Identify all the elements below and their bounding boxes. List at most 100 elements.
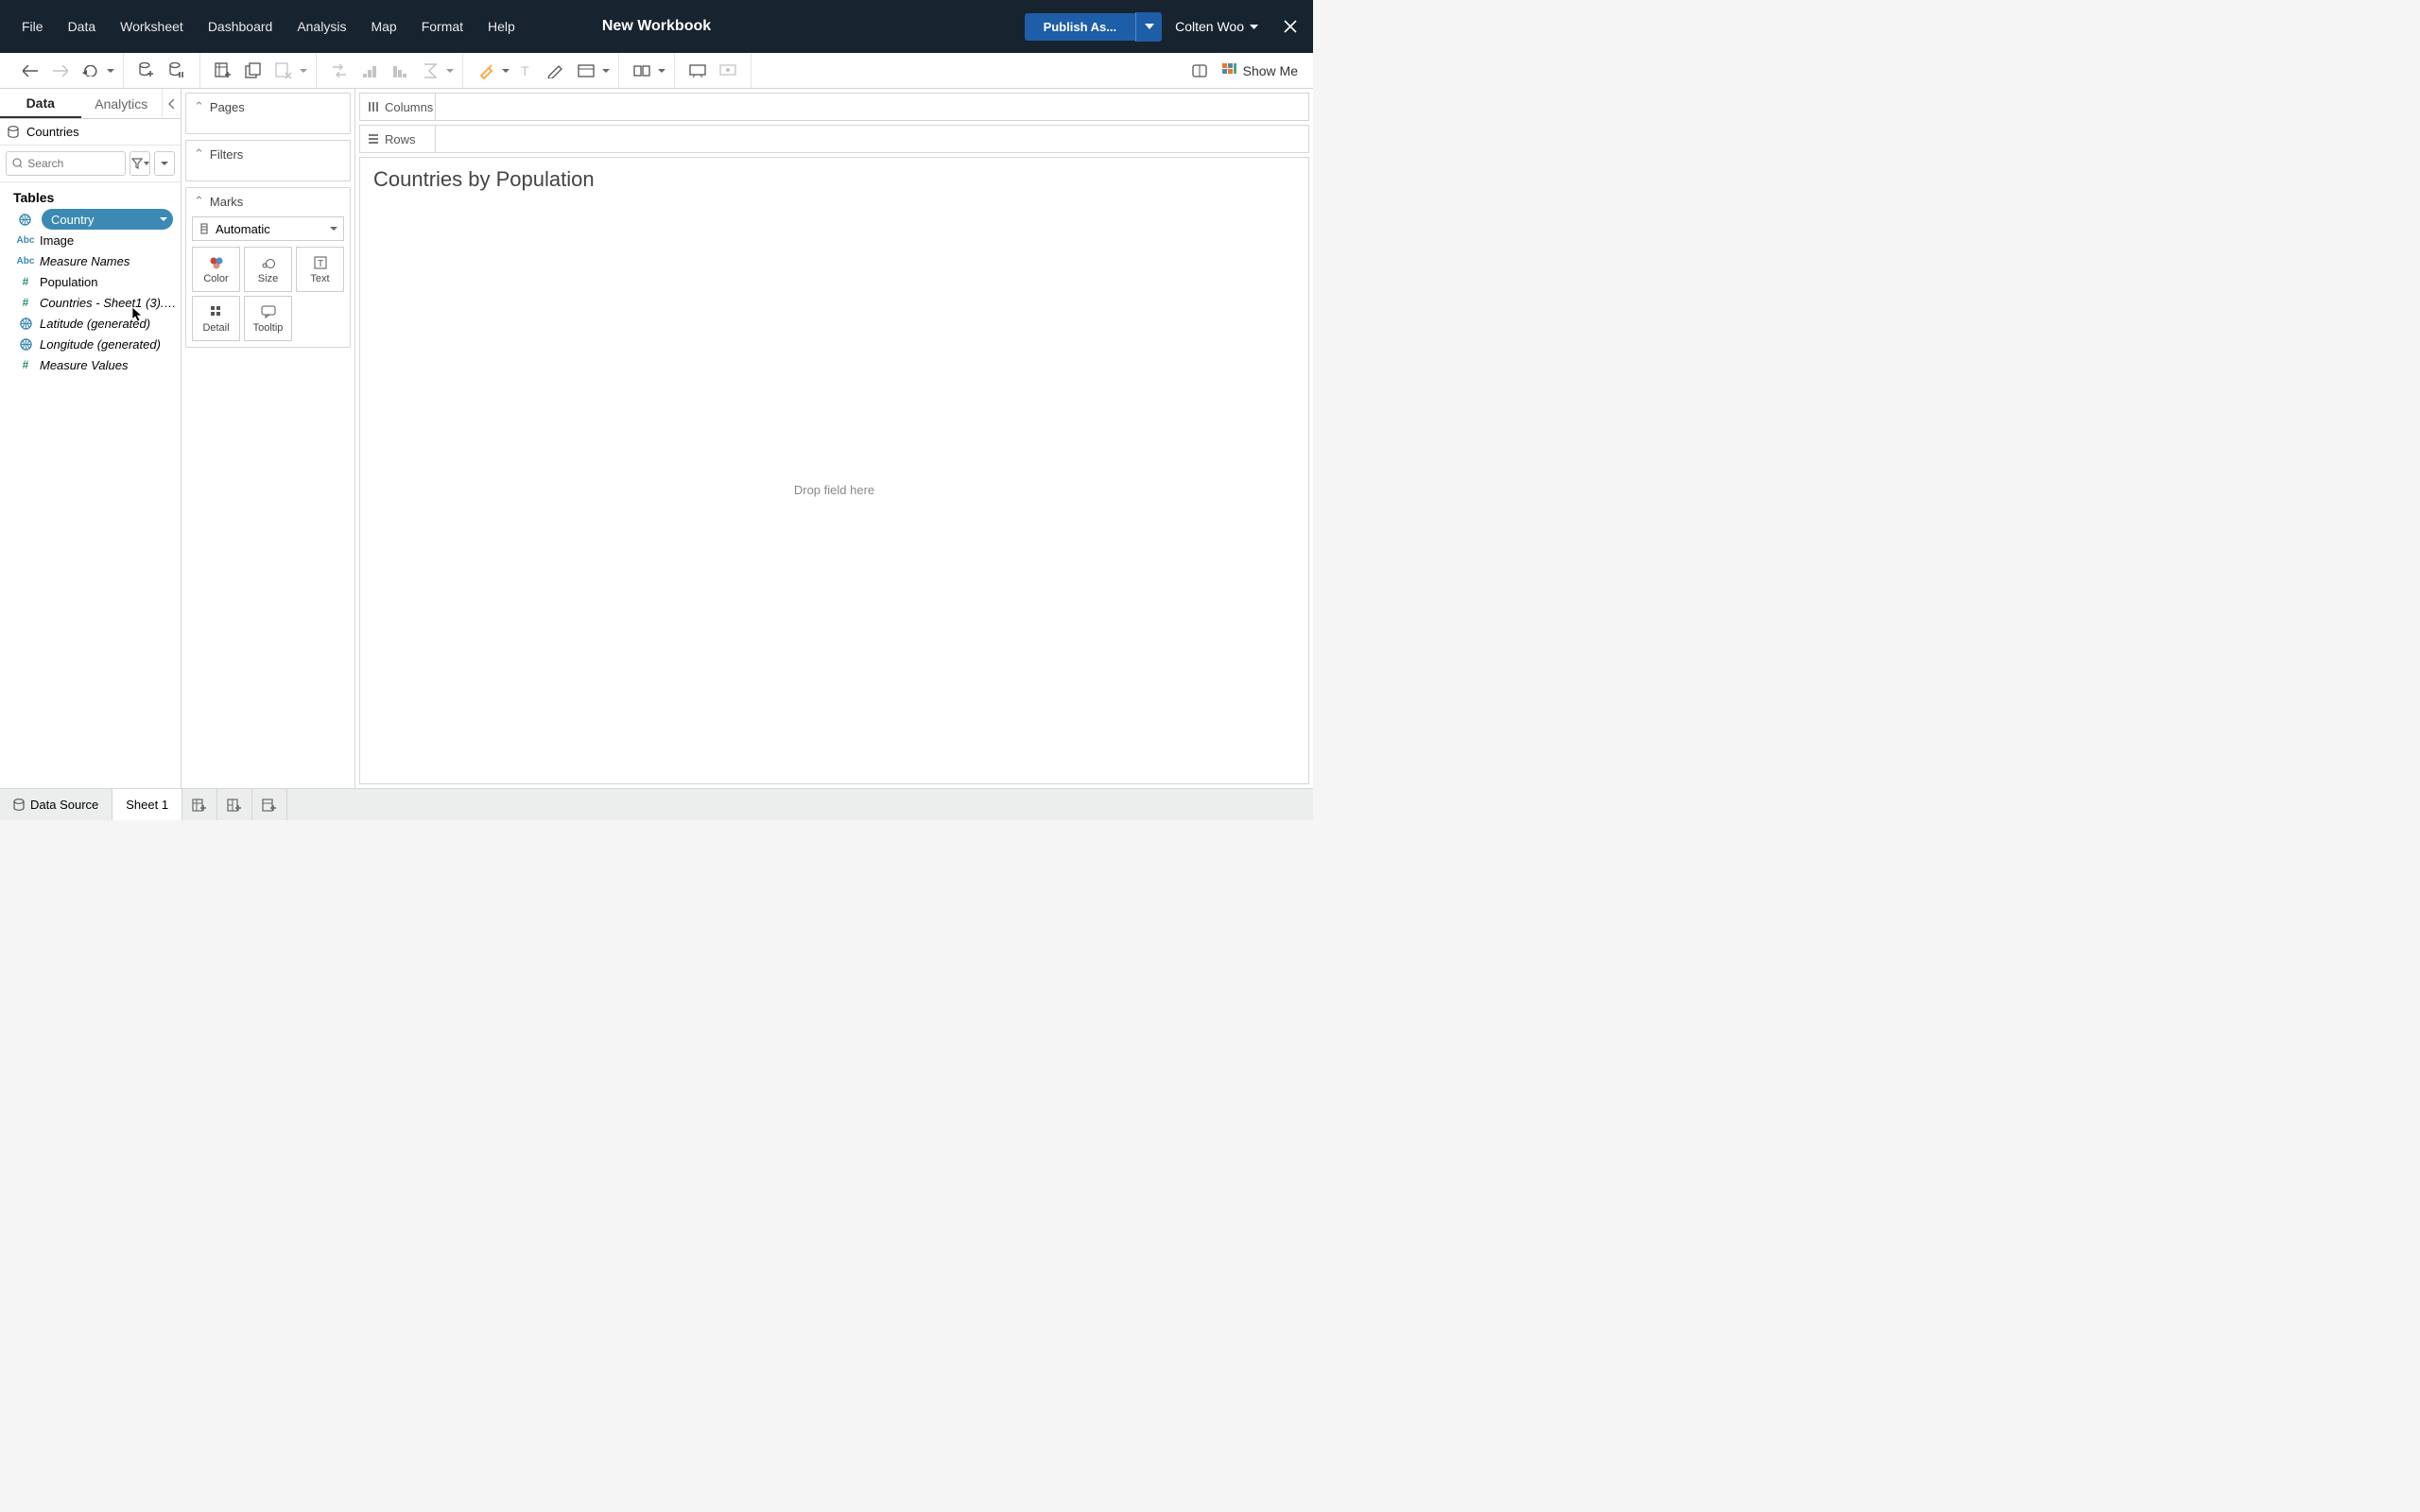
- menu-worksheet[interactable]: Worksheet: [108, 11, 196, 42]
- tooltip-shelf[interactable]: Tooltip: [244, 296, 292, 341]
- caret-down-icon: [658, 69, 666, 73]
- publish-dropdown[interactable]: [1135, 12, 1162, 42]
- presentation-mode-button[interactable]: [684, 58, 711, 84]
- filters-card[interactable]: ⌃Filters: [185, 140, 351, 181]
- back-button[interactable]: [17, 58, 43, 84]
- highlight-button[interactable]: [473, 58, 499, 84]
- field-latitude-generated[interactable]: Latitude (generated): [4, 313, 177, 334]
- highlight-dropdown[interactable]: [501, 69, 510, 73]
- totals-dropdown[interactable]: [445, 69, 455, 73]
- pages-card[interactable]: ⌃Pages: [185, 93, 351, 134]
- sheet-title[interactable]: Countries by Population: [360, 158, 1308, 196]
- new-dashboard-tab[interactable]: [217, 789, 252, 820]
- undo-button[interactable]: [78, 58, 104, 84]
- dashboard-add-icon: [227, 798, 242, 813]
- fit-dropdown[interactable]: [601, 69, 611, 73]
- duplicate-sheet-button[interactable]: [240, 58, 267, 84]
- pause-autoupdate-button[interactable]: [164, 58, 190, 84]
- tab-datasource-label: Data Source: [30, 798, 98, 812]
- menu-dashboard[interactable]: Dashboard: [196, 11, 285, 42]
- columns-shelf[interactable]: Columns: [359, 93, 1309, 121]
- field-longitude-generated[interactable]: Longitude (generated): [4, 334, 177, 354]
- arrow-right-icon: [53, 65, 68, 77]
- new-story-tab[interactable]: [252, 789, 287, 820]
- sheet-add-icon: [192, 798, 207, 813]
- totals-button[interactable]: [417, 58, 443, 84]
- text-shelf[interactable]: T Text: [296, 247, 344, 292]
- detail-shelf[interactable]: Detail: [192, 296, 240, 341]
- menu-help[interactable]: Help: [475, 11, 527, 42]
- workbook-title: New Workbook: [602, 18, 711, 35]
- menu-file[interactable]: File: [9, 11, 56, 42]
- sort-desc-button[interactable]: [387, 58, 413, 84]
- menu-map[interactable]: Map: [358, 11, 408, 42]
- forward-button[interactable]: [47, 58, 74, 84]
- globe-icon: [19, 318, 32, 330]
- undo-history-dropdown[interactable]: [106, 69, 115, 73]
- sheet-tab-bar: Data Source Sheet 1: [0, 788, 1313, 820]
- collapse-sidebar-button[interactable]: [162, 89, 181, 118]
- field-measure-names[interactable]: AbcMeasure Names: [4, 250, 177, 271]
- color-label: Color: [203, 273, 228, 284]
- field-population[interactable]: #Population: [4, 271, 177, 292]
- guide-icon: [1191, 63, 1208, 78]
- view-area[interactable]: Countries by Population Drop field here: [359, 157, 1309, 784]
- caret-down-icon[interactable]: [160, 217, 167, 221]
- toolbar: T Show Me: [0, 53, 1313, 89]
- tab-datasource[interactable]: Data Source: [0, 789, 112, 820]
- close-icon: [1284, 20, 1297, 33]
- swap-axes-button[interactable]: [326, 58, 353, 84]
- highlighter-icon: [478, 62, 493, 79]
- marks-card: ⌃Marks Automatic Color Size: [185, 187, 351, 348]
- field-measure-values[interactable]: #Measure Values: [4, 354, 177, 375]
- show-me-button[interactable]: Show Me: [1215, 63, 1305, 78]
- menu-format[interactable]: Format: [409, 11, 475, 42]
- format-button[interactable]: [543, 58, 569, 84]
- close-button[interactable]: [1277, 13, 1304, 40]
- field-filter-button[interactable]: [130, 151, 150, 176]
- datasource-row[interactable]: Countries: [0, 119, 181, 146]
- menu-data[interactable]: Data: [56, 11, 109, 42]
- tab-data[interactable]: Data: [0, 89, 81, 118]
- mark-type-dropdown[interactable]: Automatic: [192, 216, 344, 241]
- label-toggle-button[interactable]: T: [512, 58, 539, 84]
- fit-button[interactable]: [573, 58, 599, 84]
- publish-button[interactable]: Publish As...: [1025, 12, 1163, 42]
- new-worksheet-tab[interactable]: [182, 789, 217, 820]
- size-label: Size: [258, 273, 278, 284]
- abc-icon: Abc: [19, 235, 32, 246]
- tab-analytics[interactable]: Analytics: [81, 89, 163, 118]
- field-label: Latitude (generated): [40, 317, 177, 331]
- clear-sheet-dropdown[interactable]: [299, 69, 308, 73]
- show-cards-dropdown[interactable]: [657, 69, 666, 73]
- color-shelf[interactable]: Color: [192, 247, 240, 292]
- text-label-icon: T: [518, 63, 533, 78]
- new-datasource-button[interactable]: [133, 58, 160, 84]
- size-icon: [261, 255, 276, 270]
- automatic-mark-icon: [199, 223, 210, 234]
- field-search-text[interactable]: [27, 157, 119, 170]
- user-menu[interactable]: Colten Woo: [1175, 19, 1264, 34]
- field-image[interactable]: AbcImage: [4, 230, 177, 250]
- sigma-icon: [424, 63, 437, 78]
- mark-type-value: Automatic: [216, 222, 270, 236]
- field-menu-button[interactable]: [154, 151, 175, 176]
- rows-label: Rows: [385, 132, 416, 146]
- menu-analysis[interactable]: Analysis: [285, 11, 358, 42]
- clear-sheet-button[interactable]: [270, 58, 297, 84]
- field-search-input[interactable]: [6, 151, 126, 176]
- database-icon: [13, 799, 25, 812]
- field-country[interactable]: Country: [42, 209, 173, 230]
- show-mark-labels-button[interactable]: [629, 58, 655, 84]
- data-guide-button[interactable]: [1186, 58, 1213, 84]
- caret-down-icon: [300, 69, 307, 73]
- size-shelf[interactable]: Size: [244, 247, 292, 292]
- sort-asc-button[interactable]: [356, 58, 383, 84]
- share-button[interactable]: [715, 58, 741, 84]
- cards-column: ⌃Pages ⌃Filters ⌃Marks Automatic Color: [182, 89, 355, 788]
- svg-text:T: T: [318, 259, 323, 269]
- field-countries-sheet1-3-c[interactable]: #Countries - Sheet1 (3).c...: [4, 292, 177, 313]
- rows-shelf[interactable]: Rows: [359, 125, 1309, 153]
- tab-sheet-1[interactable]: Sheet 1: [112, 789, 182, 820]
- new-worksheet-button[interactable]: [210, 58, 236, 84]
